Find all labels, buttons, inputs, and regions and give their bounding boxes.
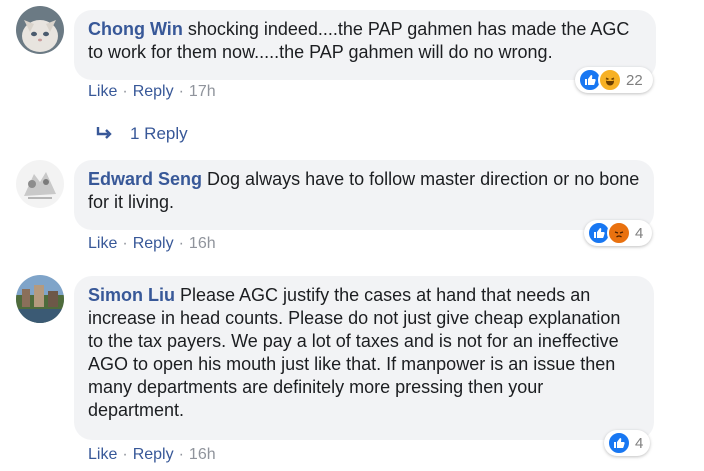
comment-actions: Like · Reply · 16h — [88, 446, 216, 464]
separator: · — [122, 446, 128, 463]
avatar[interactable] — [16, 6, 64, 54]
comment-text: Please AGC justify the cases at hand tha… — [88, 285, 621, 420]
reply-link[interactable]: Reply — [133, 235, 174, 252]
comment-author[interactable]: Chong Win — [88, 19, 183, 39]
timestamp[interactable]: 16h — [189, 235, 216, 252]
comment-bubble: Simon Liu Please AGC justify the cases a… — [74, 276, 654, 440]
like-link[interactable]: Like — [88, 235, 117, 252]
like-link[interactable]: Like — [88, 446, 117, 463]
reaction-summary[interactable]: 22 — [575, 67, 653, 93]
comment-bubble: Edward Seng Dog always have to follow ma… — [74, 160, 654, 230]
reply-link[interactable]: Reply — [133, 446, 174, 463]
view-replies-link[interactable]: 1 Reply — [96, 124, 188, 144]
comment-actions: Like · Reply · 16h — [88, 235, 216, 253]
timestamp[interactable]: 17h — [189, 83, 216, 100]
comment-bubble: Chong Win shocking indeed....the PAP gah… — [74, 10, 656, 80]
angry-icon — [607, 221, 631, 245]
view-replies-label[interactable]: 1 Reply — [130, 124, 188, 144]
haha-icon — [598, 68, 622, 92]
avatar[interactable] — [16, 160, 64, 208]
like-icon — [607, 431, 631, 455]
separator: · — [122, 235, 128, 252]
separator: · — [178, 446, 184, 463]
reaction-count: 4 — [635, 224, 644, 242]
timestamp[interactable]: 16h — [189, 446, 216, 463]
separator: · — [178, 235, 184, 252]
comment-actions: Like · Reply · 17h — [88, 83, 216, 101]
comment-author[interactable]: Simon Liu — [88, 285, 175, 305]
separator: · — [122, 83, 128, 100]
reaction-summary[interactable]: 4 — [584, 220, 652, 246]
avatar[interactable] — [16, 275, 64, 323]
reaction-count: 22 — [626, 71, 643, 89]
reply-link[interactable]: Reply — [133, 83, 174, 100]
reaction-count: 4 — [635, 434, 644, 452]
separator: · — [178, 83, 184, 100]
comment-author[interactable]: Edward Seng — [88, 169, 202, 189]
like-link[interactable]: Like — [88, 83, 117, 100]
reaction-summary[interactable]: 4 — [604, 430, 650, 456]
reply-arrow-icon — [96, 127, 112, 139]
